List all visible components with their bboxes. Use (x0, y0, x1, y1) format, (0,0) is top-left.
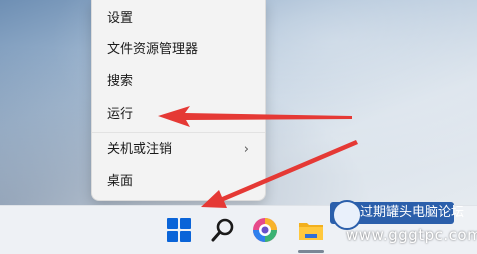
chevron-right-icon: › (243, 142, 249, 157)
menu-item-search[interactable]: 搜索 (92, 67, 265, 97)
windows-start-icon[interactable] (163, 214, 195, 246)
menu-item-desktop[interactable]: 桌面 (92, 167, 265, 197)
search-icon[interactable] (207, 214, 239, 246)
watermark: 过期罐头电脑论坛 www.gggtpc.com (330, 198, 477, 248)
menu-item-label: 桌面 (107, 174, 134, 189)
menu-item-label: 运行 (107, 107, 134, 122)
browser-icon[interactable] (249, 214, 281, 246)
watermark-url: www.gggtpc.com (346, 226, 477, 244)
menu-item-settings[interactable]: 设置 (92, 4, 265, 34)
menu-separator (92, 132, 265, 133)
menu-item-run[interactable]: 运行 (92, 100, 265, 130)
start-context-menu: 设置 文件资源管理器 搜索 运行 关机或注销 › 桌面 (91, 0, 266, 201)
menu-item-label: 关机或注销 (107, 142, 173, 157)
menu-item-shutdown-signout[interactable]: 关机或注销 › (92, 135, 265, 165)
file-explorer-icon[interactable] (295, 214, 327, 246)
menu-item-label: 设置 (107, 11, 134, 26)
menu-item-file-explorer[interactable]: 文件资源管理器 (92, 35, 265, 65)
menu-item-label: 搜索 (107, 74, 134, 89)
menu-item-label: 文件资源管理器 (107, 42, 199, 57)
watermark-title: 过期罐头电脑论坛 (360, 205, 465, 220)
